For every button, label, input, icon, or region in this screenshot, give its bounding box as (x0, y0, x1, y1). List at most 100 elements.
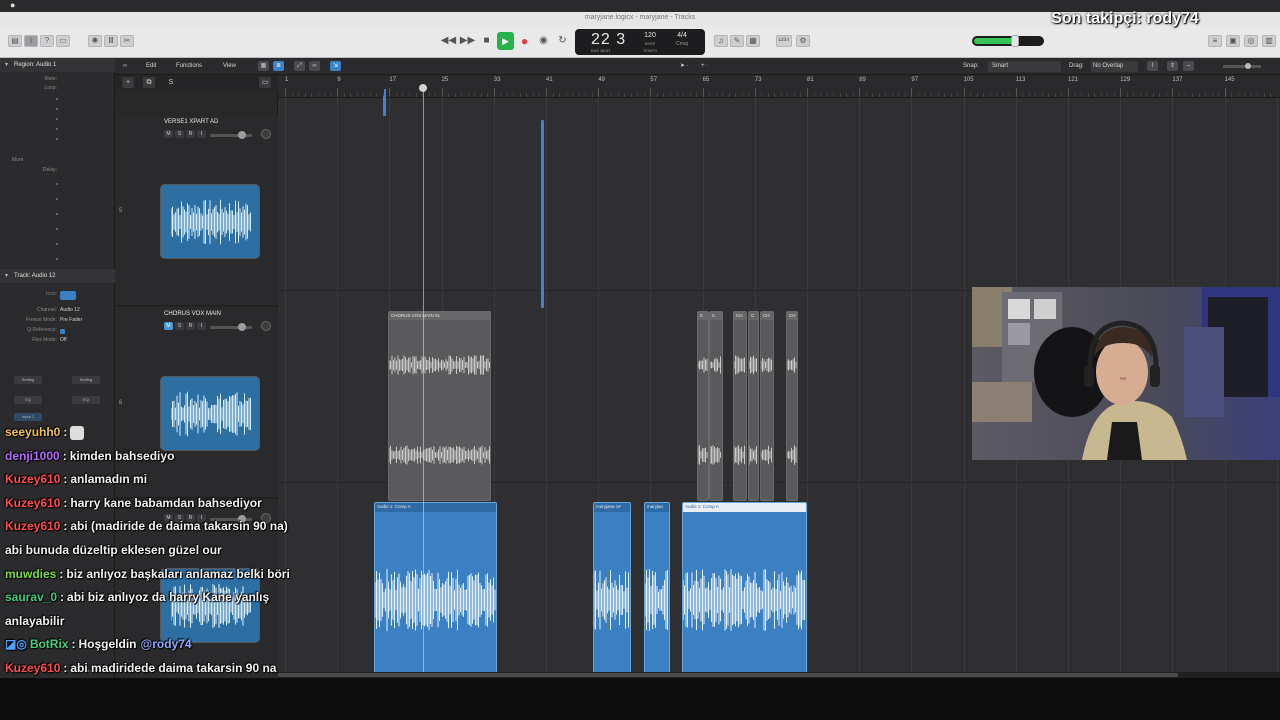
region-chorus-small[interactable]: CH (760, 311, 774, 501)
mute-button[interactable]: M (164, 130, 173, 138)
track-waveform-icon[interactable] (160, 184, 260, 259)
secondary-tool-icon[interactable]: + · (701, 61, 708, 72)
chat-username[interactable]: saurav_0 (5, 590, 57, 604)
view-menu[interactable]: View (223, 61, 236, 72)
rewind-button[interactable]: ◀◀ (440, 32, 457, 50)
editors-icon[interactable]: ✂ (120, 35, 134, 47)
library-icon[interactable]: ▤ (8, 35, 22, 47)
inspector-row-freeze[interactable]: Freeze Mode: Pre Fader (0, 317, 115, 327)
toolbar-icon[interactable]: ▭ (56, 35, 70, 47)
chat-mention[interactable]: @rody74 (141, 637, 192, 651)
input-monitor-button[interactable]: I (197, 322, 206, 330)
region-chorus-vox[interactable]: CHORUS VOX MAIN 01 (388, 311, 491, 501)
collapse-icon[interactable]: ‹› (123, 61, 127, 72)
master-volume-knob[interactable] (1011, 35, 1020, 47)
apple-icon[interactable]: ● (10, 0, 15, 10)
mixer-icon[interactable]: Ⅲ (104, 35, 118, 47)
metronome-icon[interactable]: ✎ (730, 35, 744, 47)
solo-mode-icon[interactable]: ⚙ (796, 35, 810, 47)
loop-browser-icon[interactable]: ◎ (1244, 35, 1258, 47)
chat-username[interactable]: seeyuhh0 (5, 425, 60, 439)
eq-button-a[interactable]: EQ (14, 396, 42, 404)
record-button[interactable]: ● (516, 32, 533, 50)
list-editors-icon[interactable]: ≡ (1208, 35, 1222, 47)
region-chorus-small[interactable]: CH (733, 311, 747, 501)
region-audio[interactable]: maryjane.1# (593, 502, 631, 674)
zoom-slider-knob[interactable] (1245, 63, 1251, 69)
grid-view-icon[interactable]: ▦ (258, 61, 269, 71)
bar-ruler[interactable]: 1 9 17 25 33 41 49 57 65 73 81 89 97 105 113 121 129 137 1… (278, 75, 1280, 98)
lcd-display[interactable]: 22 3 BAR BEAT 120 KEEP TEMPO 4/4 Cmaj (575, 29, 705, 55)
chat-username[interactable]: denji1000 (5, 449, 60, 463)
master-volume-slider[interactable] (972, 35, 1044, 47)
track-header[interactable]: VERSE1 XPART AD 5 M S R I (115, 116, 278, 306)
chat-username[interactable]: Kuzey610 (5, 519, 60, 533)
input-slot[interactable]: Input 1 (14, 413, 42, 421)
thin-region[interactable] (541, 120, 544, 308)
horizontal-zoom-icon[interactable]: ⇔ (1183, 61, 1194, 71)
track-name[interactable]: VERSE1 XPART AD (164, 119, 218, 125)
zoom-slider[interactable] (1223, 65, 1261, 68)
chat-username[interactable]: Kuzey610 (5, 472, 60, 486)
record-enable-button[interactable]: R (186, 322, 195, 330)
smart-controls-icon[interactable]: ✺ (88, 35, 102, 47)
global-solo-button[interactable]: S (165, 77, 177, 88)
chat-username[interactable]: Kuzey610 (5, 496, 60, 510)
functions-menu[interactable]: Functions (176, 61, 202, 72)
chat-username[interactable]: Kuzey610 (5, 661, 60, 675)
edit-menu[interactable]: Edit (146, 61, 156, 72)
pointer-tool-icon[interactable]: ➤ · (680, 61, 689, 72)
automation-icon[interactable]: ⤢ (294, 61, 305, 71)
list-view-icon[interactable]: ≣ (273, 61, 284, 71)
play-button[interactable]: ▶ (497, 32, 514, 50)
inspector-row-qref[interactable]: Q-Reference: (0, 327, 115, 337)
qref-checkbox[interactable] (60, 329, 65, 334)
eq-button-b[interactable]: EQ (72, 396, 100, 404)
inspector-row-delay[interactable]: Delay: (0, 167, 115, 177)
browser-icon[interactable]: ▥ (1262, 35, 1276, 47)
inspector-row-flex[interactable]: Flex Mode: Off (0, 337, 115, 347)
track-name[interactable]: CHORUS VOX MAIN (164, 311, 221, 317)
forward-button[interactable]: ▶▶ (459, 32, 476, 50)
region-inspector-header[interactable]: Region: Audio 1 (0, 58, 115, 72)
region-audio[interactable]: Audio 1: Comp A (374, 502, 497, 674)
stop-button[interactable]: ■ (478, 32, 495, 50)
new-track-button[interactable]: + (122, 77, 134, 88)
capture-record-button[interactable]: ◉ (535, 32, 552, 50)
horizontal-scrollbar-thumb[interactable] (278, 673, 1178, 677)
region-audio[interactable]: maryjan (644, 502, 670, 674)
replace-icon[interactable]: ¹²³⁴ (776, 35, 792, 47)
track-volume-knob[interactable] (238, 131, 246, 139)
count-in-icon[interactable]: ▦ (746, 35, 760, 47)
drag-select[interactable]: No Overlap (1091, 61, 1138, 72)
solo-button[interactable]: S (175, 322, 184, 330)
flex-icon[interactable]: ∞ (309, 61, 320, 71)
info-icon[interactable]: i (24, 35, 38, 47)
pan-knob[interactable] (261, 321, 271, 331)
setting-button-a[interactable]: Setting (14, 376, 42, 384)
waveform-zoom-icon[interactable]: ⌇ (1147, 61, 1158, 71)
input-monitor-button[interactable]: I (197, 130, 206, 138)
region-chorus-small[interactable]: C (748, 311, 759, 501)
region-chorus-small[interactable]: C (697, 311, 709, 501)
solo-button[interactable]: S (175, 130, 184, 138)
track-icon-preview[interactable] (60, 291, 76, 300)
inspector-more[interactable]: More (4, 157, 119, 167)
mute-button[interactable]: M (164, 322, 173, 330)
region-audio[interactable]: Audio 1: Comp A (682, 502, 807, 674)
setting-button-b[interactable]: Setting (72, 376, 100, 384)
notepad-icon[interactable]: ▣ (1226, 35, 1240, 47)
vertical-zoom-icon[interactable]: ⇕ (1167, 61, 1178, 71)
region-marker[interactable] (383, 96, 386, 116)
cycle-button[interactable]: ↻ (554, 32, 571, 50)
duplicate-track-button[interactable]: ⧉ (143, 77, 155, 88)
catch-icon[interactable]: ⇲ (330, 61, 341, 71)
playhead[interactable] (423, 84, 424, 672)
region-chorus-small[interactable]: C (709, 311, 723, 501)
region-chorus-small[interactable]: CH (786, 311, 798, 501)
record-enable-button[interactable]: R (186, 130, 195, 138)
chat-username[interactable]: muwdies (5, 567, 56, 581)
track-volume-knob[interactable] (238, 323, 246, 331)
pan-knob[interactable] (261, 129, 271, 139)
track-header-config-icon[interactable]: ▭ (259, 77, 271, 88)
